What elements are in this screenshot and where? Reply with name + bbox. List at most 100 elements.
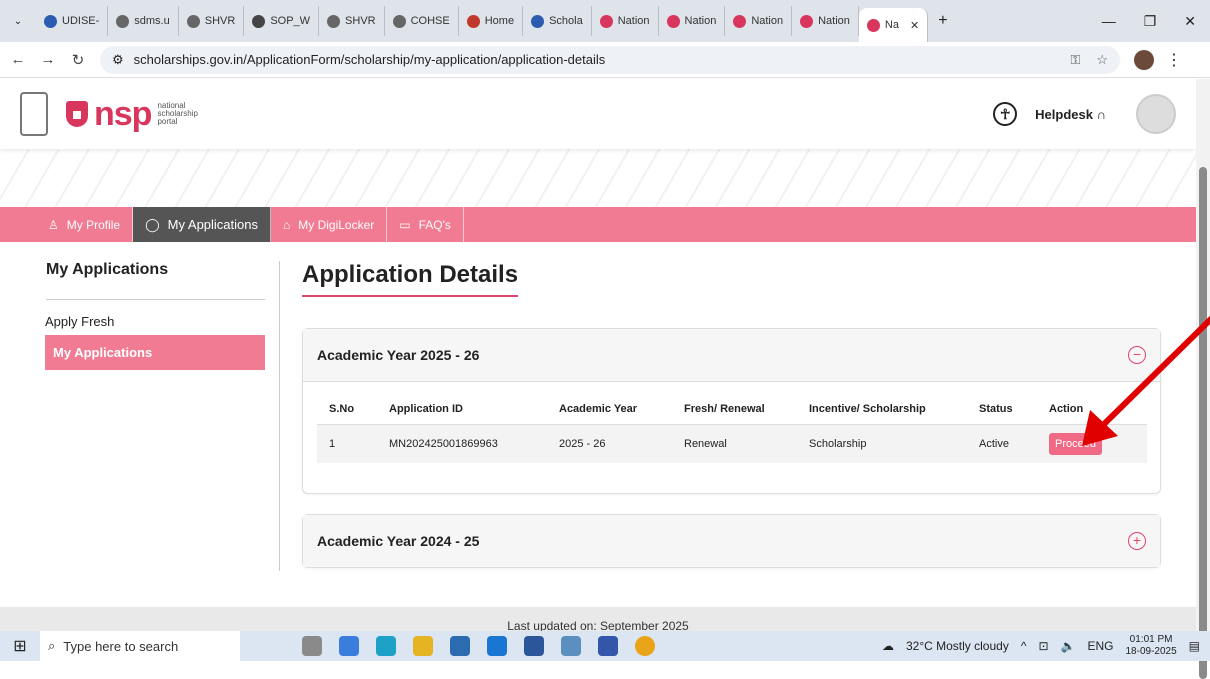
search-icon: ⌕: [48, 638, 56, 653]
divider: [279, 261, 280, 571]
menu-faqs[interactable]: ▭ FAQ's: [387, 207, 464, 242]
browser-tab[interactable]: Home: [459, 6, 524, 36]
menu-dots-icon[interactable]: ⋮: [1166, 50, 1182, 70]
globe-icon: [252, 14, 266, 28]
collapse-icon[interactable]: −: [1128, 346, 1146, 364]
weather-icon[interactable]: ☁: [882, 639, 894, 653]
scrollbar[interactable]: [1196, 79, 1210, 679]
close-tab-icon[interactable]: ✕: [910, 19, 919, 32]
reload-icon[interactable]: ↻: [66, 51, 90, 69]
menu-my-digilocker[interactable]: ⌂ My DigiLocker: [271, 207, 388, 242]
sidebar-title: My Applications: [46, 261, 265, 300]
taskbar-search[interactable]: ⌕ Type here to search: [40, 631, 240, 661]
address-bar-row: ← → ↻ ⚙ scholarships.gov.in/ApplicationF…: [0, 42, 1210, 78]
word-icon[interactable]: [524, 636, 544, 656]
expand-icon[interactable]: +: [1128, 532, 1146, 550]
file-explorer-icon[interactable]: [413, 636, 433, 656]
nsp-favicon-icon: [666, 14, 680, 28]
helpdesk-link[interactable]: Helpdesk ∩: [1035, 107, 1106, 122]
nsp-shield-icon: [66, 101, 88, 127]
browser-tab[interactable]: UDISE-: [36, 6, 109, 36]
forward-arrow-icon[interactable]: →: [36, 51, 60, 68]
favicon-icon: [327, 14, 341, 28]
new-tab-button[interactable]: +: [928, 12, 957, 30]
headset-icon: ∩: [1096, 106, 1106, 122]
app-icon[interactable]: [598, 636, 618, 656]
windows-start-icon[interactable]: ⊞: [0, 636, 40, 656]
browser-tab[interactable]: SOP_W: [244, 6, 320, 36]
browser-tab[interactable]: SHVR: [179, 6, 245, 36]
decorative-banner: [0, 149, 1196, 207]
bookmark-star-icon[interactable]: ☆: [1096, 52, 1108, 68]
panel-header[interactable]: Academic Year 2024 - 25 +: [303, 515, 1160, 567]
browser-tab[interactable]: Nation: [659, 6, 726, 36]
year-panel-2024-25: Academic Year 2024 - 25 +: [302, 514, 1161, 568]
task-view-icon[interactable]: [302, 636, 322, 656]
browser-tab[interactable]: Nation: [592, 6, 659, 36]
browser-tab[interactable]: Nation: [725, 6, 793, 36]
browser-tab-strip: ⌄ UDISE- sdms.u SHVR SOP_W SHVR COHSE Ho…: [0, 0, 1210, 42]
accessibility-icon[interactable]: ☥: [993, 102, 1018, 126]
person-icon: ♙: [48, 217, 59, 232]
favicon-icon: [531, 14, 545, 28]
main-menu: ♙ My Profile ◯ My Applications ⌂ My DigiLoc…: [0, 207, 1196, 242]
copilot-icon[interactable]: [339, 636, 359, 656]
nsp-logo[interactable]: nsp national scholarship portal: [66, 97, 198, 131]
menu-my-applications[interactable]: ◯ My Applications: [133, 207, 271, 242]
lock-icon: ⌂: [283, 217, 291, 232]
year-panel-2025-26: Academic Year 2025 - 26 − S.No Applicati…: [302, 328, 1161, 494]
favicon-icon: [186, 14, 200, 28]
user-avatar[interactable]: [1136, 94, 1176, 134]
sidebar-item-apply-fresh[interactable]: Apply Fresh: [45, 308, 265, 335]
browser-tab[interactable]: SHVR: [319, 6, 385, 36]
network-icon[interactable]: ⊡: [1038, 639, 1048, 653]
url-text: scholarships.gov.in/ApplicationForm/scho…: [133, 52, 606, 67]
proceed-button[interactable]: Proceed: [1049, 433, 1102, 455]
url-field[interactable]: ⚙ scholarships.gov.in/ApplicationForm/sc…: [100, 45, 1120, 74]
restore-icon[interactable]: ❐: [1144, 13, 1157, 30]
site-info-icon[interactable]: ⚙: [112, 52, 124, 68]
profile-avatar-icon[interactable]: [1134, 49, 1154, 70]
minimize-icon[interactable]: —: [1102, 13, 1116, 30]
page-title: Application Details: [302, 261, 519, 297]
applications-table: S.No Application ID Academic Year Fresh/…: [317, 394, 1147, 463]
chat-icon: ▭: [399, 217, 411, 232]
content-area: My Applications Apply Fresh My Applicati…: [0, 242, 1196, 588]
windows-taskbar: ⊞ ⌕ Type here to search ☁ 32°C Mostly clo…: [0, 631, 1210, 661]
system-tray: ☁ 32°C Mostly cloudy ^ ⊡ 🔈 ENG 01:01 PM …: [881, 634, 1200, 658]
site-header: nsp national scholarship portal ☥ Helpde…: [0, 79, 1196, 149]
browser-tab[interactable]: COHSE: [385, 6, 459, 36]
table-header-row: S.No Application ID Academic Year Fresh/…: [317, 394, 1147, 425]
sidebar-item-my-applications[interactable]: My Applications: [45, 335, 265, 370]
tray-chevron-icon[interactable]: ^: [1021, 639, 1027, 653]
chrome-icon[interactable]: [635, 636, 655, 656]
panel-header[interactable]: Academic Year 2025 - 26 −: [303, 329, 1160, 381]
browser-tab[interactable]: sdms.u: [108, 6, 179, 36]
nsp-favicon-icon: [733, 14, 747, 28]
nsp-favicon-icon: [866, 18, 880, 32]
menu-my-profile[interactable]: ♙ My Profile: [36, 207, 134, 242]
browser-tab-active[interactable]: Na ✕: [858, 8, 929, 42]
favicon-icon: [392, 14, 406, 28]
clock[interactable]: 01:01 PM 18-09-2025: [1126, 634, 1177, 658]
favicon-icon: [466, 14, 480, 28]
photos-icon[interactable]: [561, 636, 581, 656]
scrollbar-thumb[interactable]: [1199, 167, 1207, 679]
notifications-icon[interactable]: ▤: [1189, 639, 1200, 653]
browser-tab[interactable]: Nation: [792, 6, 859, 36]
browser-tab[interactable]: Schola: [523, 6, 592, 36]
password-key-icon[interactable]: ⚿: [1070, 52, 1080, 68]
outlook-icon[interactable]: [487, 636, 507, 656]
web-page: nsp national scholarship portal ☥ Helpde…: [0, 79, 1196, 607]
close-window-icon[interactable]: ✕: [1184, 13, 1196, 30]
nsp-favicon-icon: [599, 14, 613, 28]
tab-search-icon[interactable]: ⌄: [0, 16, 36, 27]
table-row: 1 MN202425001869963 2025 - 26 Renewal Sc…: [317, 424, 1147, 463]
back-arrow-icon[interactable]: ←: [6, 51, 30, 68]
edge-icon[interactable]: [376, 636, 396, 656]
store-icon[interactable]: [450, 636, 470, 656]
favicon-icon: [44, 14, 57, 28]
national-emblem-icon: [20, 92, 48, 136]
volume-icon[interactable]: 🔈: [1061, 639, 1076, 653]
sidebar: My Applications Apply Fresh My Applicati…: [0, 261, 265, 588]
